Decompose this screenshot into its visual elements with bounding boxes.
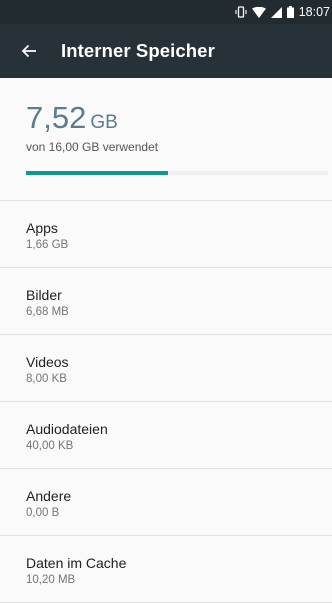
used-storage: 7,52 GB: [26, 100, 332, 136]
storage-summary: 7,52 GB von 16,00 GB verwendet: [0, 78, 332, 200]
battery-icon: [286, 6, 294, 18]
category-item-audio[interactable]: Audiodateien 40,00 KB: [0, 402, 332, 469]
category-item-apps[interactable]: Apps 1,66 GB: [0, 201, 332, 268]
category-size: 40,00 KB: [26, 440, 74, 452]
category-size: 8,00 KB: [26, 373, 67, 385]
category-size: 1,66 GB: [26, 239, 69, 251]
category-label: Apps: [26, 220, 58, 236]
app-bar: Interner Speicher: [0, 24, 332, 78]
category-item-images[interactable]: Bilder 6,68 MB: [0, 268, 332, 335]
category-list: Apps 1,66 GB Bilder 6,68 MB Videos 8,00 …: [0, 201, 332, 603]
category-label: Audiodateien: [26, 421, 108, 437]
storage-subtitle: von 16,00 GB verwendet: [26, 140, 159, 154]
back-button[interactable]: [2, 24, 56, 78]
category-label: Daten im Cache: [26, 555, 127, 571]
category-item-other[interactable]: Andere 0,00 B: [0, 469, 332, 536]
clock: 18:07: [298, 5, 330, 19]
arrow-back-icon: [21, 44, 36, 58]
category-size: 0,00 B: [26, 507, 60, 519]
storage-progress-fill: [26, 171, 168, 175]
category-label: Videos: [26, 354, 69, 370]
storage-progress-bar: [26, 171, 328, 175]
category-size: 6,68 MB: [26, 306, 69, 318]
vibrate-icon: [235, 6, 247, 18]
wifi-icon: [251, 6, 266, 18]
page-title: Interner Speicher: [61, 40, 215, 61]
category-label: Andere: [26, 488, 72, 504]
category-item-videos[interactable]: Videos 8,00 KB: [0, 335, 332, 402]
used-unit: GB: [90, 112, 118, 133]
category-size: 10,20 MB: [26, 574, 76, 586]
category-label: Bilder: [26, 287, 62, 303]
signal-icon: [270, 6, 282, 18]
category-item-cache[interactable]: Daten im Cache 10,20 MB: [0, 536, 332, 603]
used-value: 7,52: [26, 100, 87, 135]
status-bar: 18:07: [0, 0, 332, 24]
